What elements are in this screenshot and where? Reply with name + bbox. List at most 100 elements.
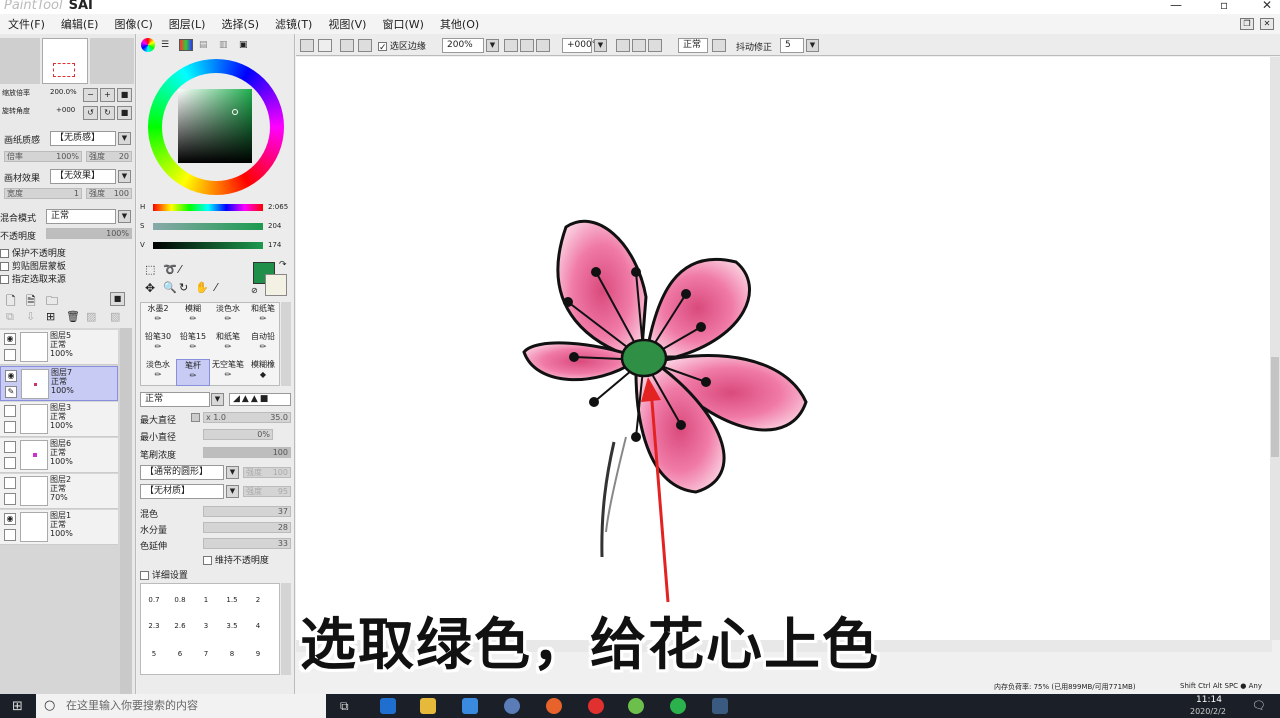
menu-image[interactable]: 图像(C) xyxy=(106,16,160,32)
zoom-out-icon[interactable] xyxy=(504,39,518,52)
clip-mask-checkbox[interactable]: 剪贴图层蒙板 xyxy=(0,259,66,272)
brush-shape-select[interactable]: 【通常的圆形】 xyxy=(140,465,224,480)
size-preset[interactable]: 6 xyxy=(167,650,193,658)
zoom-in-button[interactable]: + xyxy=(100,88,115,102)
brush-lock-icon[interactable]: ✎ xyxy=(5,386,17,398)
size-preset[interactable]: 0.8 xyxy=(167,596,193,604)
paper-dropdown-icon[interactable]: ▼ xyxy=(118,132,131,145)
size-preset[interactable]: 4 xyxy=(245,622,271,630)
rect-select-icon[interactable]: ⬚ xyxy=(145,263,155,276)
menu-select[interactable]: 选择(S) xyxy=(213,16,267,32)
app-icon[interactable] xyxy=(628,698,644,714)
layer-row[interactable]: 图层2 正常 70% xyxy=(0,474,118,509)
layer-row[interactable]: ◉ 图层5 正常 100% xyxy=(0,330,118,365)
rotate-reset-button[interactable]: ■ xyxy=(117,106,132,120)
brush-tool[interactable]: 模糊橡 ◆ xyxy=(246,359,280,386)
hsv-slider-tab-icon[interactable] xyxy=(179,39,193,51)
size-preset-scrollbar[interactable] xyxy=(281,583,291,675)
angle-dropdown-icon[interactable]: ▼ xyxy=(594,39,607,52)
menu-window[interactable]: 窗口(W) xyxy=(374,16,431,32)
min-size-slider[interactable]: 0% xyxy=(203,429,273,440)
max-size-slider[interactable]: x 1.0 35.0 xyxy=(203,412,291,423)
brush-tool[interactable]: 无空笔笔 ✏ xyxy=(211,359,245,386)
selection-source-checkbox[interactable]: 指定选取来源 xyxy=(0,272,66,285)
texture-strength-bar[interactable]: 强度 95 xyxy=(243,486,291,497)
size-preset[interactable]: 2.3 xyxy=(141,622,167,630)
menu-view[interactable]: 视图(V) xyxy=(320,16,374,32)
eye-icon[interactable] xyxy=(4,441,16,453)
apply-mask-icon[interactable]: ▧ xyxy=(110,310,120,323)
brush-shape-selector[interactable]: ◢▲▲■ xyxy=(229,393,291,406)
eye-icon[interactable]: ◉ xyxy=(4,513,16,525)
color-wheel[interactable] xyxy=(148,59,284,195)
scratchpad-tab-icon[interactable]: ▣ xyxy=(239,40,248,50)
mixer-tab-icon[interactable]: ▥ xyxy=(219,40,228,50)
wechat-icon[interactable] xyxy=(670,698,686,714)
material-strength-bar[interactable]: 强度 100 xyxy=(86,188,132,199)
layer-row-selected[interactable]: ◉ ✎ 图层7 正常 100% xyxy=(0,366,118,401)
menu-edit[interactable]: 编辑(E) xyxy=(53,16,107,32)
rotate-left-button[interactable]: ↺ xyxy=(83,106,98,120)
close-icon[interactable]: ✕ xyxy=(1262,0,1272,12)
detail-settings-checkbox[interactable]: 详细设置 xyxy=(140,568,188,581)
canvas-vertical-scrollbar[interactable] xyxy=(1270,57,1280,640)
saturation-slider[interactable] xyxy=(153,223,263,230)
layer-row[interactable]: 图层3 正常 100% xyxy=(0,402,118,437)
app-icon[interactable] xyxy=(504,698,520,714)
copy-layer-icon[interactable]: ⧉ xyxy=(6,310,14,324)
clock-time[interactable]: 11:14 xyxy=(1196,695,1222,705)
menu-filter[interactable]: 滤镜(T) xyxy=(267,16,320,32)
brush-texture-select[interactable]: 【无材质】 xyxy=(140,484,224,499)
view-mode-select[interactable]: 正常 xyxy=(678,38,708,53)
invert-selection-icon[interactable] xyxy=(358,39,372,52)
merge-layer-icon[interactable]: ⊞ xyxy=(46,310,55,323)
brush-tool[interactable]: 和纸笔 ✏ xyxy=(211,331,245,358)
mail-icon[interactable] xyxy=(462,698,478,714)
transparent-color-icon[interactable]: ⊘ xyxy=(251,286,258,295)
netease-music-icon[interactable] xyxy=(588,698,604,714)
brush-shape-dropdown-icon[interactable]: ▼ xyxy=(226,466,239,479)
size-preset[interactable]: 8 xyxy=(219,650,245,658)
rotate-right-button[interactable]: ↻ xyxy=(100,106,115,120)
menu-layer[interactable]: 图层(L) xyxy=(161,16,214,32)
brush-tool[interactable]: 水墨2 ✏ xyxy=(141,303,175,330)
paper-scale-bar[interactable]: 倍率 100% xyxy=(4,151,82,162)
mdi-close-button[interactable]: ✕ xyxy=(1260,18,1274,30)
size-preset[interactable]: 0.7 xyxy=(141,596,167,604)
size-preset[interactable]: 3 xyxy=(193,622,219,630)
undo-icon[interactable] xyxy=(300,39,314,52)
zoom-dropdown-icon[interactable]: ▼ xyxy=(486,39,499,52)
brush-tool-selected[interactable]: 笔杆 ✏ xyxy=(176,359,210,386)
move-icon[interactable]: ✥ xyxy=(145,281,155,295)
size-preset[interactable]: 2.6 xyxy=(167,622,193,630)
paper-strength-bar[interactable]: 强度 20 xyxy=(86,151,132,162)
brush-mode-select[interactable]: 正常 xyxy=(140,392,210,407)
brush-tool[interactable]: 淡色水 ✏ xyxy=(141,359,175,386)
size-preset[interactable]: 3.5 xyxy=(219,622,245,630)
opacity-slider[interactable]: 100% xyxy=(46,228,132,239)
app-icon[interactable] xyxy=(546,698,562,714)
zoom-icon[interactable]: 🔍 xyxy=(163,281,177,294)
rgb-slider-tab-icon[interactable]: ☰ xyxy=(161,40,169,50)
blend-slider[interactable]: 37 xyxy=(203,506,291,517)
lasso-icon[interactable]: ➰ xyxy=(163,263,177,276)
shape-strength-bar[interactable]: 强度 100 xyxy=(243,467,291,478)
brush-tool[interactable]: 淡色水 ✏ xyxy=(211,303,245,330)
size-preset[interactable]: 1 xyxy=(193,596,219,604)
drawing-canvas[interactable] xyxy=(296,57,1272,640)
saturation-value-square[interactable] xyxy=(178,89,252,163)
transfer-layer-icon[interactable]: ⇩ xyxy=(26,310,35,323)
task-view-icon[interactable]: ⧉ xyxy=(340,699,349,714)
lock-icon[interactable] xyxy=(4,493,16,505)
eye-icon[interactable] xyxy=(4,477,16,489)
brush-tool[interactable]: 模糊 ✏ xyxy=(176,303,210,330)
eye-icon[interactable]: ◉ xyxy=(4,333,16,345)
lock-icon[interactable] xyxy=(4,349,16,361)
brush-tool[interactable]: 和纸笔 ✏ xyxy=(246,303,280,330)
mask-layer-icon[interactable]: ▨ xyxy=(86,310,96,323)
navigator-viewport[interactable] xyxy=(53,63,75,77)
notification-icon[interactable]: 🗨 xyxy=(1252,699,1266,712)
menu-other[interactable]: 其他(O) xyxy=(432,16,487,32)
paint-tool-sai-icon[interactable] xyxy=(712,698,728,714)
material-select[interactable]: 【无效果】 xyxy=(50,169,116,184)
